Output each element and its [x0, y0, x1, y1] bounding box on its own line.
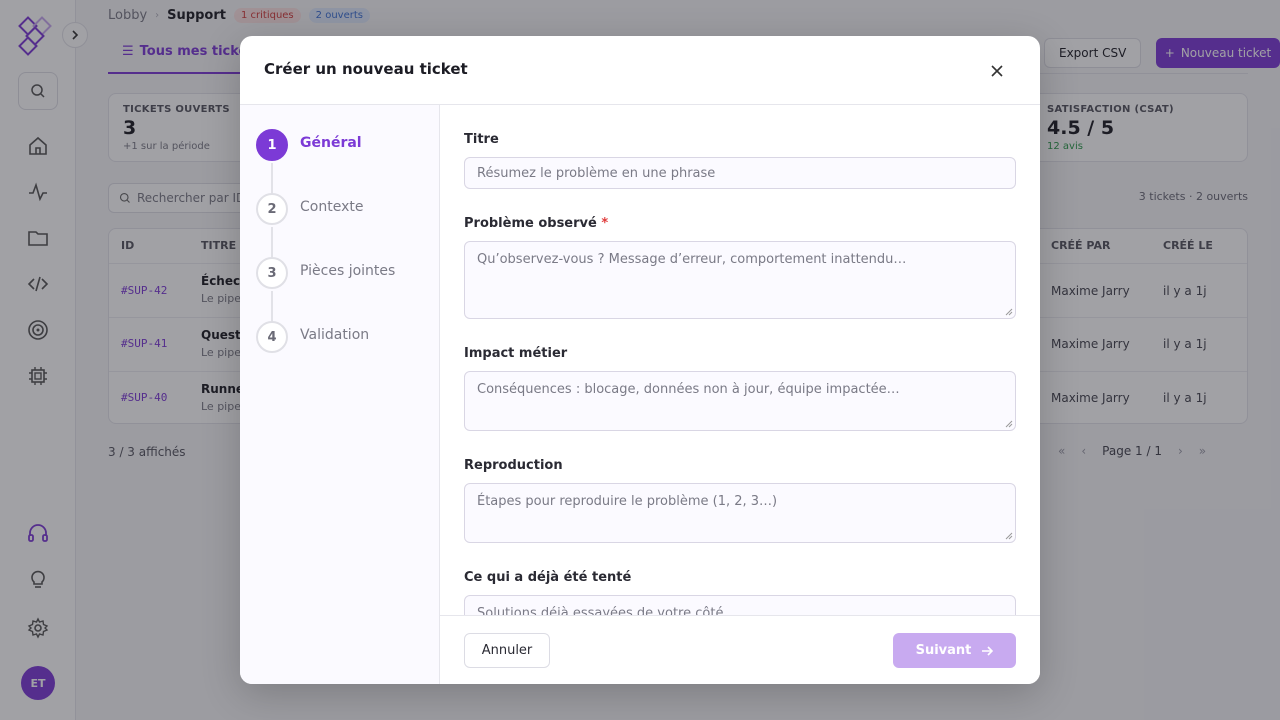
step-2-label[interactable]: Contexte [300, 199, 363, 215]
reproduction-label: Reproduction [464, 458, 563, 473]
title-placeholder: Résumez le problème en une phrase [477, 165, 716, 181]
required-marker: * [601, 216, 609, 231]
attempted-label: Ce qui a déjà été tenté [464, 570, 632, 585]
step-2-number[interactable]: 2 [256, 193, 288, 225]
cancel-button[interactable]: Annuler [464, 633, 550, 668]
step-3-number[interactable]: 3 [256, 257, 288, 289]
problem-placeholder: Qu’observez-vous ? Message d’erreur, com… [477, 252, 907, 267]
step-1-number[interactable]: 1 [256, 129, 288, 161]
title-label: Titre [464, 132, 499, 147]
modal-title: Créer un nouveau ticket [264, 60, 468, 78]
step-3-label[interactable]: Pièces jointes [300, 263, 395, 279]
arrow-right-icon [982, 645, 994, 656]
attempted-textarea[interactable]: Solutions déjà essayées de votre côté [464, 595, 1016, 615]
step-4-number[interactable]: 4 [256, 321, 288, 353]
close-button[interactable] [986, 60, 1008, 82]
stepper: 1 Général 2 Contexte 3 Pièces jointes 4 … [240, 105, 440, 684]
modal-footer: Annuler Suivant [440, 615, 1040, 684]
title-input[interactable]: Résumez le problème en une phrase [464, 157, 1016, 189]
ticket-form: Titre Résumez le problème en une phrase … [440, 105, 1040, 615]
resize-handle-icon[interactable] [1005, 308, 1013, 316]
modal-header: Créer un nouveau ticket [240, 36, 1040, 105]
reproduction-placeholder: Étapes pour reproduire le problème (1, 2… [477, 494, 778, 509]
problem-label: Problème observé * [464, 216, 608, 231]
close-icon [991, 65, 1003, 77]
step-connector [271, 291, 273, 325]
step-4-label[interactable]: Validation [300, 327, 369, 343]
impact-placeholder: Conséquences : blocage, données non à jo… [477, 382, 900, 397]
impact-textarea[interactable]: Conséquences : blocage, données non à jo… [464, 371, 1016, 431]
problem-label-text: Problème observé [464, 216, 597, 231]
cancel-label: Annuler [481, 643, 533, 658]
next-button[interactable]: Suivant [893, 633, 1016, 668]
resize-handle-icon[interactable] [1005, 420, 1013, 428]
step-connector [271, 227, 273, 261]
impact-label: Impact métier [464, 346, 568, 361]
next-label: Suivant [915, 643, 972, 658]
attempted-placeholder: Solutions déjà essayées de votre côté [477, 606, 724, 615]
problem-textarea[interactable]: Qu’observez-vous ? Message d’erreur, com… [464, 241, 1016, 319]
reproduction-textarea[interactable]: Étapes pour reproduire le problème (1, 2… [464, 483, 1016, 543]
create-ticket-modal: Créer un nouveau ticket 1 Général 2 Cont… [240, 36, 1040, 684]
step-1-label[interactable]: Général [300, 135, 362, 151]
resize-handle-icon[interactable] [1005, 532, 1013, 540]
step-connector [271, 163, 273, 197]
